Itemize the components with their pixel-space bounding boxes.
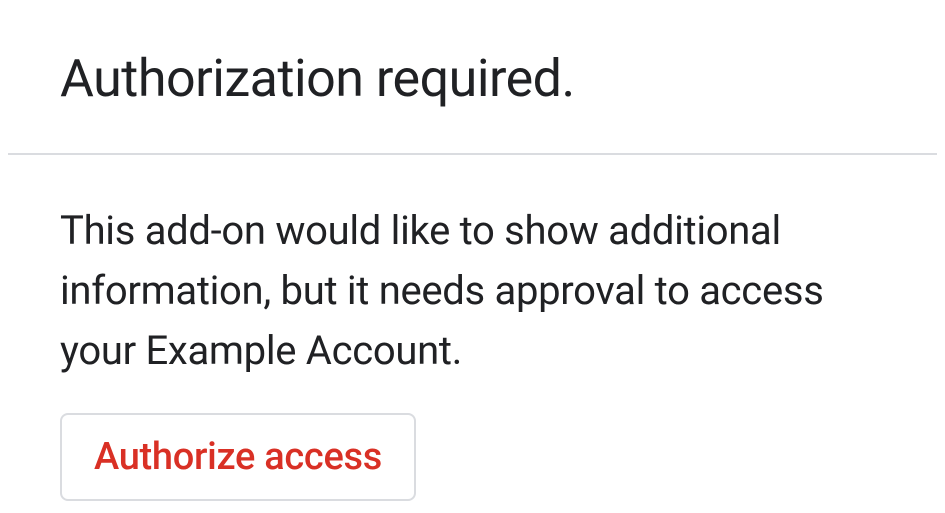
button-row: Authorize access [60,413,885,501]
authorize-access-button[interactable]: Authorize access [60,413,416,501]
dialog-header: Authorization required. [0,0,945,153]
dialog-title: Authorization required. [60,48,885,109]
description-text: This add-on would like to show additiona… [60,201,885,381]
dialog-body: This add-on would like to show additiona… [0,155,945,501]
